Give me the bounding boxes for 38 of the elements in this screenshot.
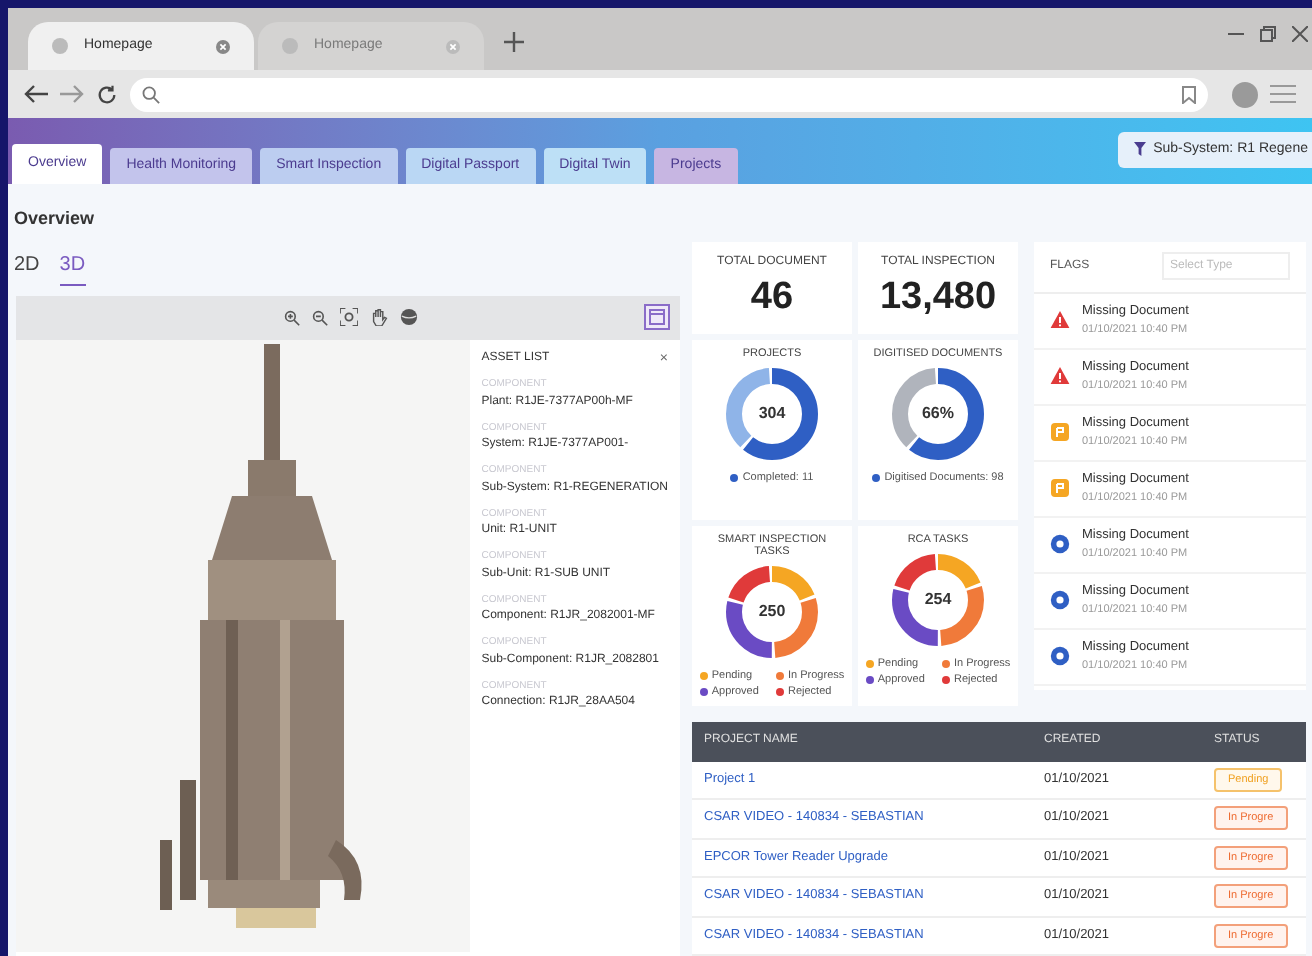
favicon-icon <box>282 38 298 55</box>
flag-square-icon <box>1050 478 1070 498</box>
warning-triangle-icon <box>1050 310 1070 330</box>
zoom-out-icon[interactable] <box>312 309 328 325</box>
sphere-icon[interactable] <box>400 308 418 326</box>
back-icon[interactable] <box>24 84 48 105</box>
reload-icon[interactable] <box>96 83 118 106</box>
view-mode-tab[interactable]: 3D <box>59 249 86 285</box>
hand-icon[interactable] <box>370 308 388 326</box>
search-icon <box>142 85 160 104</box>
donut-drawing <box>722 363 822 463</box>
info-circle-icon <box>1050 534 1070 554</box>
new-tab-icon[interactable] <box>504 32 524 53</box>
chart-center-value: 304 <box>758 401 786 425</box>
bookmark-icon[interactable] <box>1182 85 1196 104</box>
close-icon[interactable] <box>1292 26 1308 42</box>
stat-value: 13,480 <box>879 275 997 319</box>
view-mode-tab[interactable]: 2D <box>14 249 40 285</box>
address-field[interactable] <box>130 77 1208 112</box>
stat-value: 46 <box>750 275 794 319</box>
restore-icon[interactable] <box>1260 26 1276 42</box>
flag-square-icon <box>1050 422 1070 442</box>
info-circle-icon <box>1050 590 1070 610</box>
zoom-in-icon[interactable] <box>284 309 300 325</box>
fit-view-icon[interactable] <box>340 308 358 326</box>
page-title: Overview <box>14 206 95 232</box>
chart-center-value: 66% <box>921 401 954 425</box>
chart-center-value: 254 <box>924 587 952 611</box>
close-tab-icon[interactable] <box>216 39 230 54</box>
donut-drawing <box>888 549 988 649</box>
info-circle-icon <box>1050 646 1070 666</box>
panel-toggle-icon[interactable] <box>644 303 670 329</box>
donut-drawing <box>888 363 988 463</box>
donut-drawing <box>722 561 822 661</box>
chart-center-value: 250 <box>758 599 786 623</box>
warning-triangle-icon <box>1050 366 1070 386</box>
favicon-icon <box>52 38 68 55</box>
filter-icon <box>1133 142 1146 157</box>
